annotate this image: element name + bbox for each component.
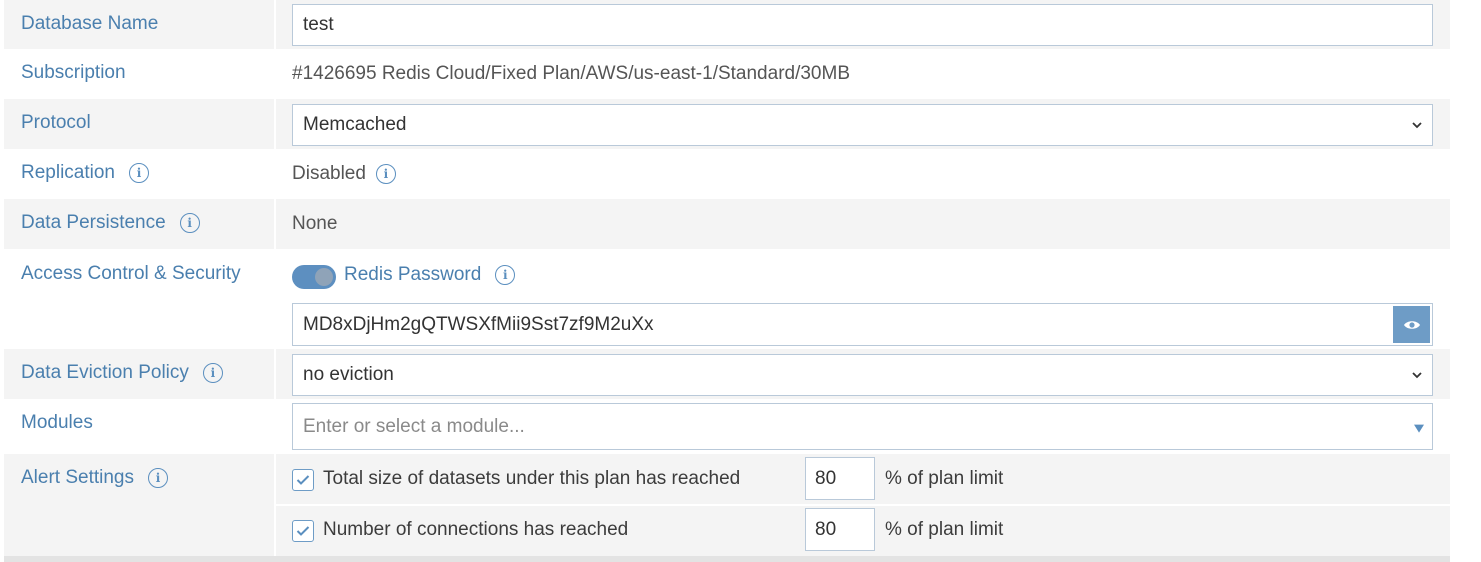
row-eviction: Data Eviction Policy i no eviction: [4, 349, 1450, 399]
row-access-control: Access Control & Security Redis Password…: [4, 249, 1450, 349]
row-modules: Modules Enter or select a module...: [4, 399, 1450, 454]
info-icon[interactable]: i: [375, 164, 396, 184]
info-icon[interactable]: i: [202, 363, 223, 383]
protocol-label: Protocol: [21, 112, 91, 133]
checkmark-icon: [296, 475, 310, 485]
info-icon[interactable]: i: [495, 265, 516, 285]
row-protocol: Protocol Memcached: [4, 99, 1450, 149]
data-persistence-label: Data Persistence: [21, 212, 166, 233]
alert-dataset-size-suffix: % of plan limit: [885, 468, 1004, 489]
row-data-persistence: Data Persistence i None: [4, 199, 1450, 249]
info-icon[interactable]: i: [148, 468, 168, 488]
alert-connections-text: Number of connections has reached: [323, 519, 629, 540]
alert-connections-value: 80: [815, 518, 837, 540]
modules-select[interactable]: Enter or select a module...: [292, 403, 1433, 450]
eye-icon: [1403, 320, 1420, 329]
row-database-name: Database Name test: [4, 0, 1450, 49]
info-icon[interactable]: i: [179, 213, 200, 233]
alert-dataset-size-value: 80: [815, 467, 837, 489]
redis-password-toggle[interactable]: [292, 265, 336, 289]
show-password-button[interactable]: [1393, 306, 1430, 343]
chevron-down-icon: [1412, 122, 1422, 129]
alert-dataset-size-text: Total size of datasets under this plan h…: [323, 468, 741, 489]
database-name-input[interactable]: test: [292, 4, 1433, 46]
alert-dataset-size-input[interactable]: 80: [805, 457, 875, 500]
eviction-select[interactable]: no eviction: [292, 354, 1433, 396]
row-alert-settings: Alert Settings i Total size of datasets …: [4, 454, 1450, 556]
database-name-label: Database Name: [21, 13, 159, 34]
redis-password-label: Redis Password: [344, 264, 482, 285]
eviction-label: Data Eviction Policy: [21, 362, 189, 383]
password-input[interactable]: MD8xDjHm2gQTWSXfMii9Sst7zf9M2uXx: [292, 303, 1433, 346]
password-value: MD8xDjHm2gQTWSXfMii9Sst7zf9M2uXx: [303, 313, 654, 335]
alert-connections-suffix: % of plan limit: [885, 519, 1004, 540]
access-control-label: Access Control & Security: [21, 263, 241, 284]
alert-connections-input[interactable]: 80: [805, 508, 875, 551]
caret-down-icon: [1414, 424, 1424, 433]
replication-value: Disabled: [292, 163, 366, 184]
chevron-down-icon: [1412, 372, 1422, 379]
protocol-value: Memcached: [303, 114, 407, 135]
info-icon[interactable]: i: [129, 163, 149, 183]
replication-label: Replication: [21, 162, 115, 183]
data-persistence-value: None: [292, 213, 338, 234]
modules-label: Modules: [21, 412, 93, 433]
row-subscription: Subscription #1426695 Redis Cloud/Fixed …: [4, 49, 1450, 99]
divider: [4, 556, 1450, 562]
checkmark-icon: [296, 526, 310, 536]
alert-connections-checkbox[interactable]: [292, 520, 314, 542]
alert-settings-label: Alert Settings: [21, 467, 134, 488]
modules-placeholder: Enter or select a module...: [303, 415, 525, 437]
subscription-value: #1426695 Redis Cloud/Fixed Plan/AWS/us-e…: [292, 63, 850, 84]
alert-dataset-size-checkbox[interactable]: [292, 469, 314, 491]
toggle-knob: [315, 268, 333, 286]
database-name-value: test: [303, 14, 334, 35]
row-replication: Replication i Disabled i: [4, 149, 1450, 199]
subscription-label: Subscription: [21, 62, 126, 83]
eviction-value: no eviction: [303, 364, 394, 385]
protocol-select[interactable]: Memcached: [292, 104, 1433, 146]
